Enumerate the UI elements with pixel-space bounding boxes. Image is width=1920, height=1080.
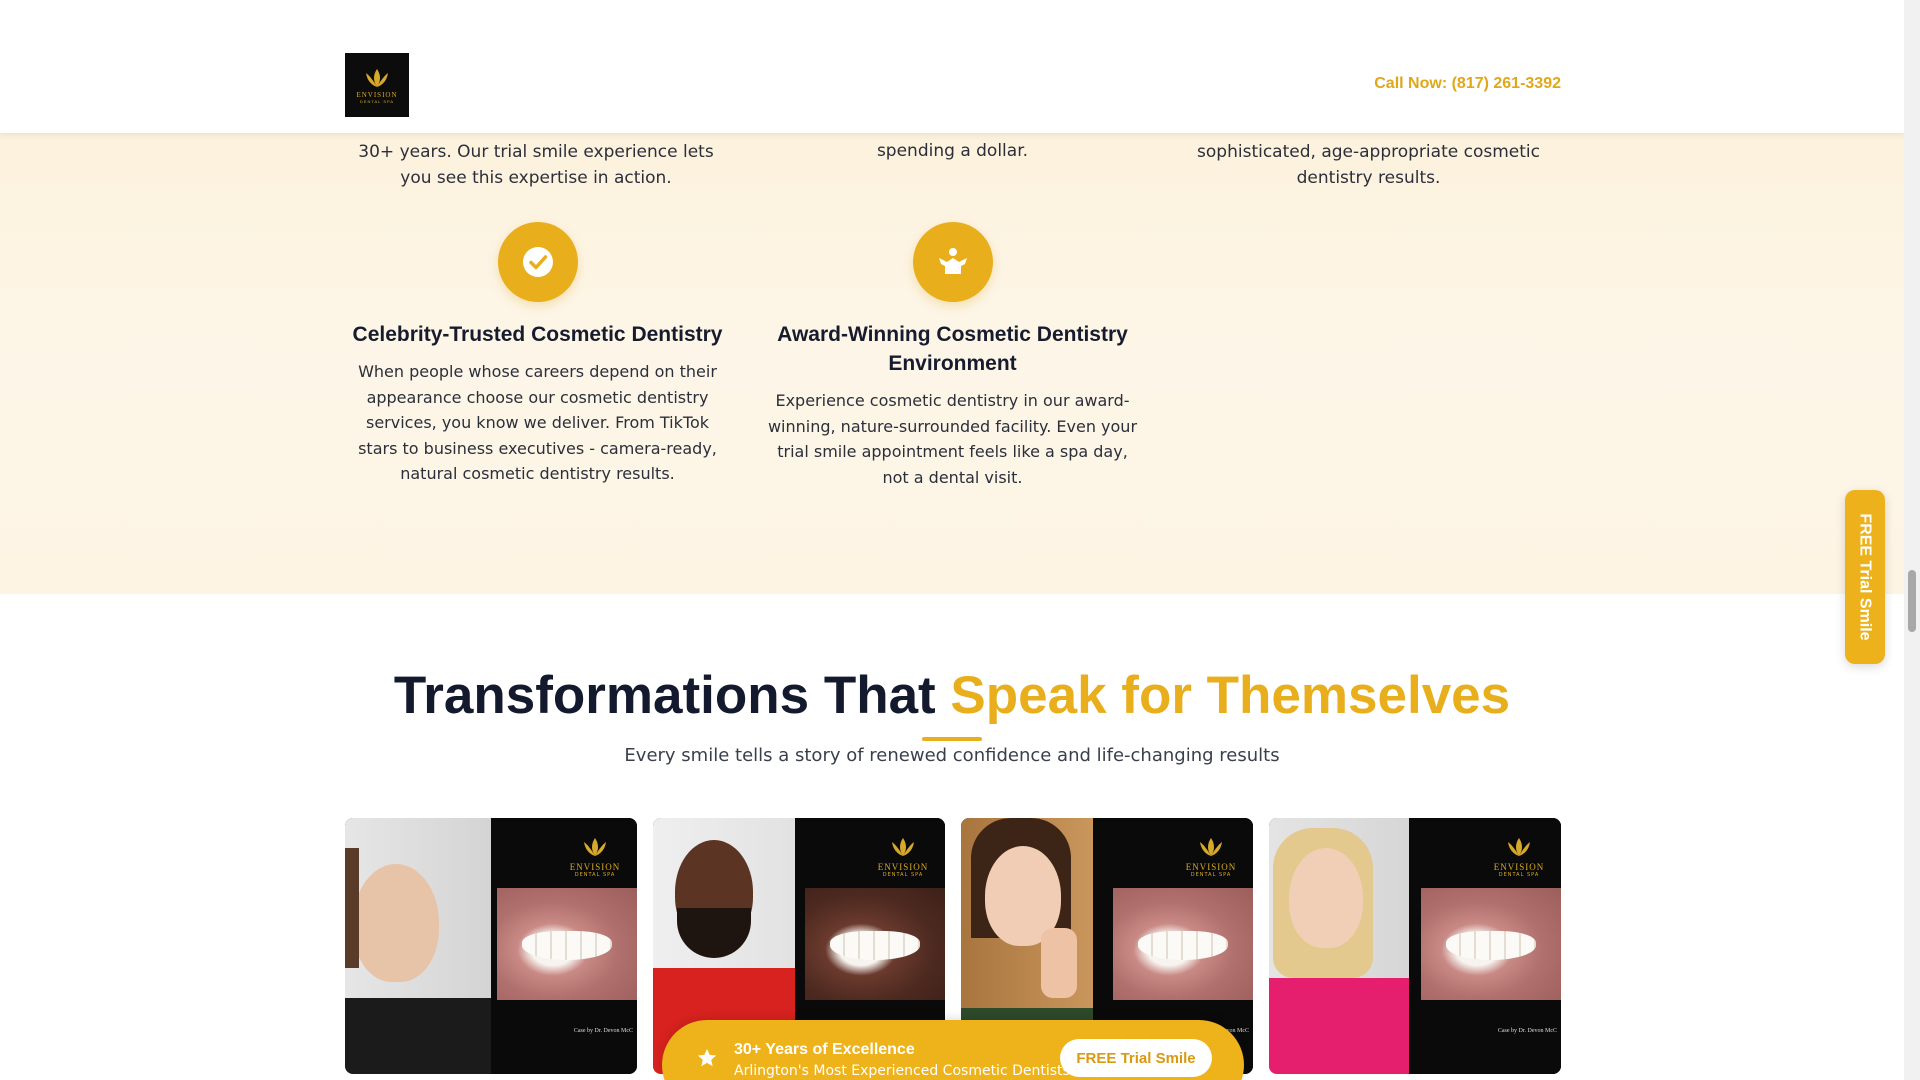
feature-title: Award-Winning Cosmetic Dentistry Environ… — [777, 323, 1128, 375]
feature-body: When people whose careers depend on thei… — [358, 362, 717, 484]
lotus-logo-icon — [366, 68, 388, 87]
smile-closeup — [497, 888, 637, 1000]
transformations-subtitle: Every smile tells a story of renewed con… — [624, 745, 1280, 766]
spa-person-icon — [912, 222, 993, 302]
call-now-link[interactable]: Call Now: (817) 261-3392 — [1374, 75, 1561, 93]
transformation-card[interactable]: ENVISION DENTAL SPA Case by Dr. Devon Mc… — [1269, 818, 1561, 1074]
feature-card-celebrity: Celebrity-Trusted Cosmetic Dentistry Whe… — [345, 222, 730, 487]
lotus-logo-icon — [1508, 838, 1530, 856]
scrollbar-thumb[interactable] — [1908, 570, 1916, 632]
card-logo: ENVISION DENTAL SPA — [565, 836, 625, 878]
lotus-logo-icon — [584, 838, 606, 856]
star-icon — [697, 1048, 717, 1067]
envision-logo[interactable]: ENVISION DENTAL SPA — [345, 53, 409, 117]
transformation-card[interactable]: ENVISION DENTAL SPA Case by Dr. Devon Mc… — [345, 818, 637, 1074]
feature-text-partial-3: sophisticated, age-appropriate cosmetic … — [1197, 142, 1540, 188]
card-logo: ENVISION DENTAL SPA — [1489, 836, 1549, 878]
feature-text-partial-2: spending a dollar. — [876, 141, 1029, 161]
patient-photo — [345, 818, 491, 1074]
card-logo: ENVISION DENTAL SPA — [1181, 836, 1241, 878]
smile-closeup — [805, 888, 945, 1000]
page-scrollbar[interactable] — [1904, 0, 1920, 1080]
free-trial-smile-button[interactable]: FREE Trial Smile — [1060, 1039, 1212, 1077]
promo-subtitle: Arlington's Most Experienced Cosmetic De… — [734, 1063, 1070, 1079]
check-circle-icon — [497, 222, 578, 302]
result-panel: ENVISION DENTAL SPA Case by Dr. Devon Mc… — [1409, 818, 1561, 1074]
logo-subtitle: DENTAL SPA — [359, 98, 395, 104]
feature-text-partial-1: 30+ years. Our trial smile experience le… — [358, 142, 714, 188]
title-accent: Speak for Themselves — [950, 666, 1511, 725]
site-header: ENVISION DENTAL SPA Call Now: (817) 261-… — [0, 0, 1904, 133]
feature-card-environment: Award-Winning Cosmetic Dentistry Environ… — [760, 222, 1145, 490]
case-credit: Case by Dr. Devon McC — [573, 1028, 633, 1034]
promo-title: 30+ Years of Excellence — [734, 1041, 915, 1058]
smile-closeup — [1113, 888, 1253, 1000]
title-main: Transformations That — [393, 666, 951, 725]
result-panel: ENVISION DENTAL SPA Case by Dr. Devon Mc… — [491, 818, 637, 1074]
feature-body: Experience cosmetic dentistry in our awa… — [767, 391, 1138, 487]
side-tab-label: FREE Trial Smile — [1857, 513, 1874, 641]
case-credit: Case by Dr. Devon McC — [1497, 1028, 1557, 1034]
free-trial-smile-tab[interactable]: FREE Trial Smile — [1845, 490, 1885, 664]
title-underline — [922, 737, 982, 741]
feature-title: Celebrity-Trusted Cosmetic Dentistry — [352, 323, 723, 346]
transformations-title: Transformations That Speak for Themselve… — [0, 665, 1904, 726]
patient-photo — [1269, 818, 1409, 1074]
card-logo: ENVISION DENTAL SPA — [873, 836, 933, 878]
lotus-logo-icon — [1200, 838, 1222, 856]
lotus-logo-icon — [892, 838, 914, 856]
logo-wordmark: ENVISION — [356, 90, 398, 99]
smile-closeup — [1421, 888, 1561, 1000]
promo-bar: 30+ Years of Excellence Arlington's Most… — [662, 1020, 1244, 1080]
